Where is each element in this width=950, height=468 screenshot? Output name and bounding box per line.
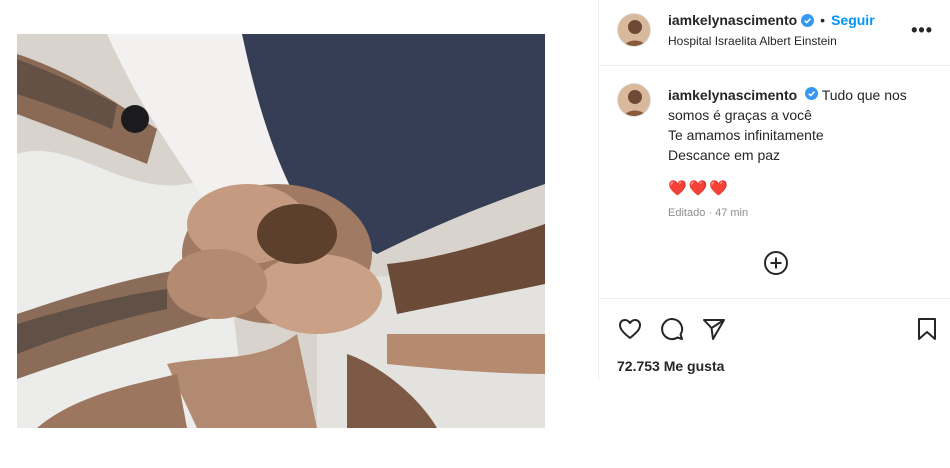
action-bar [599,310,950,346]
avatar[interactable] [617,13,651,47]
add-comment-circle-icon[interactable] [763,250,789,276]
caption-text: iamkelynascimento Tudo que nos somos é g… [668,85,938,165]
bookmark-icon[interactable] [914,316,940,342]
comment-bubble-icon[interactable] [659,316,685,342]
post-header: iamkelynascimento • Seguir Hospital Isra… [599,0,950,66]
verified-badge-icon [801,13,815,27]
paper-plane-icon[interactable] [701,316,727,342]
more-options-icon[interactable]: ••• [911,20,933,41]
verified-badge-icon [805,85,819,100]
caption-username[interactable]: iamkelynascimento [668,87,797,103]
post-media-column [0,0,598,468]
hearts-emoji: ❤️❤️❤️ [668,180,731,197]
post-author: iamkelynascimento • Seguir [668,12,875,28]
caption-section: iamkelynascimento Tudo que nos somos é g… [599,67,950,299]
post-side-panel: iamkelynascimento • Seguir Hospital Isra… [598,0,950,380]
post-photo[interactable] [17,34,545,428]
edited-timestamp: Editado · 47 min [668,207,749,219]
username-link[interactable]: iamkelynascimento [668,12,797,28]
separator-dot: • [820,12,826,28]
caption-line-3: Descance em paz [668,147,781,163]
caption-avatar[interactable] [617,83,651,117]
hands-together-photo [17,34,545,428]
likes-count[interactable]: 72.753 Me gusta [617,358,724,374]
heart-outline-icon[interactable] [617,316,643,342]
follow-button[interactable]: Seguir [831,12,875,28]
location-link[interactable]: Hospital Israelita Albert Einstein [668,34,837,48]
caption-line-2: Te amamos infinitamente [668,127,824,143]
